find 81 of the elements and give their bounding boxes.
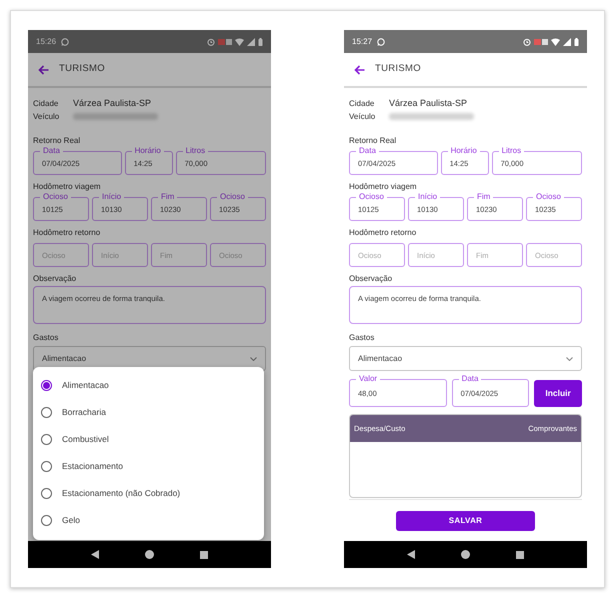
section-title: Observação	[349, 273, 394, 284]
status-time: 15:26	[36, 36, 56, 48]
expense-select[interactable]: Alimentacao	[349, 346, 582, 371]
section-title: Gastos	[349, 332, 376, 343]
section-title: Observação	[33, 273, 78, 284]
header-title: TURISMO	[59, 62, 105, 76]
field-label: Ocioso	[40, 192, 71, 201]
section-title: Hodômetro viagem	[349, 181, 418, 192]
option-label: Combustivel	[62, 433, 109, 446]
info-label: Cidade	[349, 98, 376, 110]
notification-icon	[218, 38, 232, 46]
status-time: 15:27	[352, 36, 372, 48]
option-label: Alimentacao	[62, 379, 109, 392]
signal-icon	[563, 38, 571, 46]
back-arrow-icon[interactable]	[38, 64, 49, 74]
option-label: Estacionamento	[62, 460, 123, 473]
home-icon[interactable]	[461, 550, 470, 559]
option-item[interactable]: Gelo	[33, 507, 264, 534]
option-item[interactable]: Combustivel	[33, 426, 264, 453]
field-label: Data	[40, 146, 63, 155]
alarm-icon	[523, 38, 531, 46]
field-label: Data	[356, 146, 379, 155]
field-label: Horário	[132, 146, 164, 155]
option-label: Borracharia	[62, 406, 106, 419]
field-label: Fim	[158, 192, 178, 201]
header-title: TURISMO	[375, 62, 421, 76]
section-title: Retorno Real	[349, 135, 398, 146]
field-label: Fim	[474, 192, 494, 201]
option-item[interactable]: Alimentacao	[33, 372, 264, 399]
wifi-icon	[235, 38, 244, 46]
field-label: Início	[415, 192, 440, 201]
recents-icon[interactable]	[200, 550, 208, 558]
option-label: Estacionamento (não Cobrado)	[62, 487, 180, 500]
save-button[interactable]: SALVAR	[396, 510, 535, 530]
info-value: Várzea Paulista-SP	[389, 96, 468, 110]
field-label: Ocioso	[533, 192, 564, 201]
back-icon[interactable]	[91, 550, 99, 559]
option-label: Gelo	[62, 514, 80, 527]
radio-button[interactable]	[41, 380, 52, 391]
radio-button[interactable]	[41, 515, 52, 526]
info-value: Várzea Paulista-SP	[73, 96, 152, 110]
radio-button[interactable]	[41, 488, 52, 499]
select-value: Alimentacao	[42, 352, 86, 364]
field-label: Valor	[356, 374, 380, 383]
battery-icon	[258, 38, 263, 46]
select-value: Alimentacao	[358, 352, 402, 364]
field-label: Data	[458, 374, 482, 383]
section-title: Hodômetro viagem	[33, 181, 102, 192]
back-arrow-icon[interactable]	[354, 64, 365, 74]
radio-button[interactable]	[41, 407, 52, 418]
chevron-down-icon	[250, 356, 257, 360]
field-label: Horário	[448, 146, 480, 155]
section-title: Gastos	[33, 332, 60, 343]
signal-icon	[247, 38, 255, 46]
option-item[interactable]: Estacionamento	[33, 453, 264, 480]
chat-icon	[377, 38, 386, 46]
chevron-down-icon	[566, 356, 573, 360]
alarm-icon	[207, 38, 215, 46]
field-label: Ocioso	[217, 192, 248, 201]
field-label: Litros	[498, 146, 524, 155]
recents-icon[interactable]	[516, 550, 524, 558]
include-button[interactable]: Incluir	[534, 380, 582, 407]
field-label: Ocioso	[356, 192, 387, 201]
section-title: Hodômetro retorno	[349, 227, 418, 238]
radio-button[interactable]	[41, 461, 52, 472]
notification-icon	[534, 38, 548, 46]
radio-button[interactable]	[41, 434, 52, 445]
wifi-icon	[551, 38, 560, 46]
section-title: Retorno Real	[33, 135, 82, 146]
battery-icon	[574, 38, 579, 46]
info-label: Veículo	[349, 110, 376, 122]
info-label: Veículo	[33, 110, 60, 122]
option-item[interactable]: Borracharia	[33, 399, 264, 426]
field-label: Litros	[182, 146, 208, 155]
option-item[interactable]: Estacionamento (não Cobrado)	[33, 480, 264, 507]
chat-icon	[61, 38, 70, 46]
info-label: Cidade	[33, 98, 60, 110]
back-icon[interactable]	[407, 550, 415, 559]
field-label: Início	[99, 192, 124, 201]
home-icon[interactable]	[145, 550, 154, 559]
section-title: Hodômetro retorno	[33, 227, 102, 238]
